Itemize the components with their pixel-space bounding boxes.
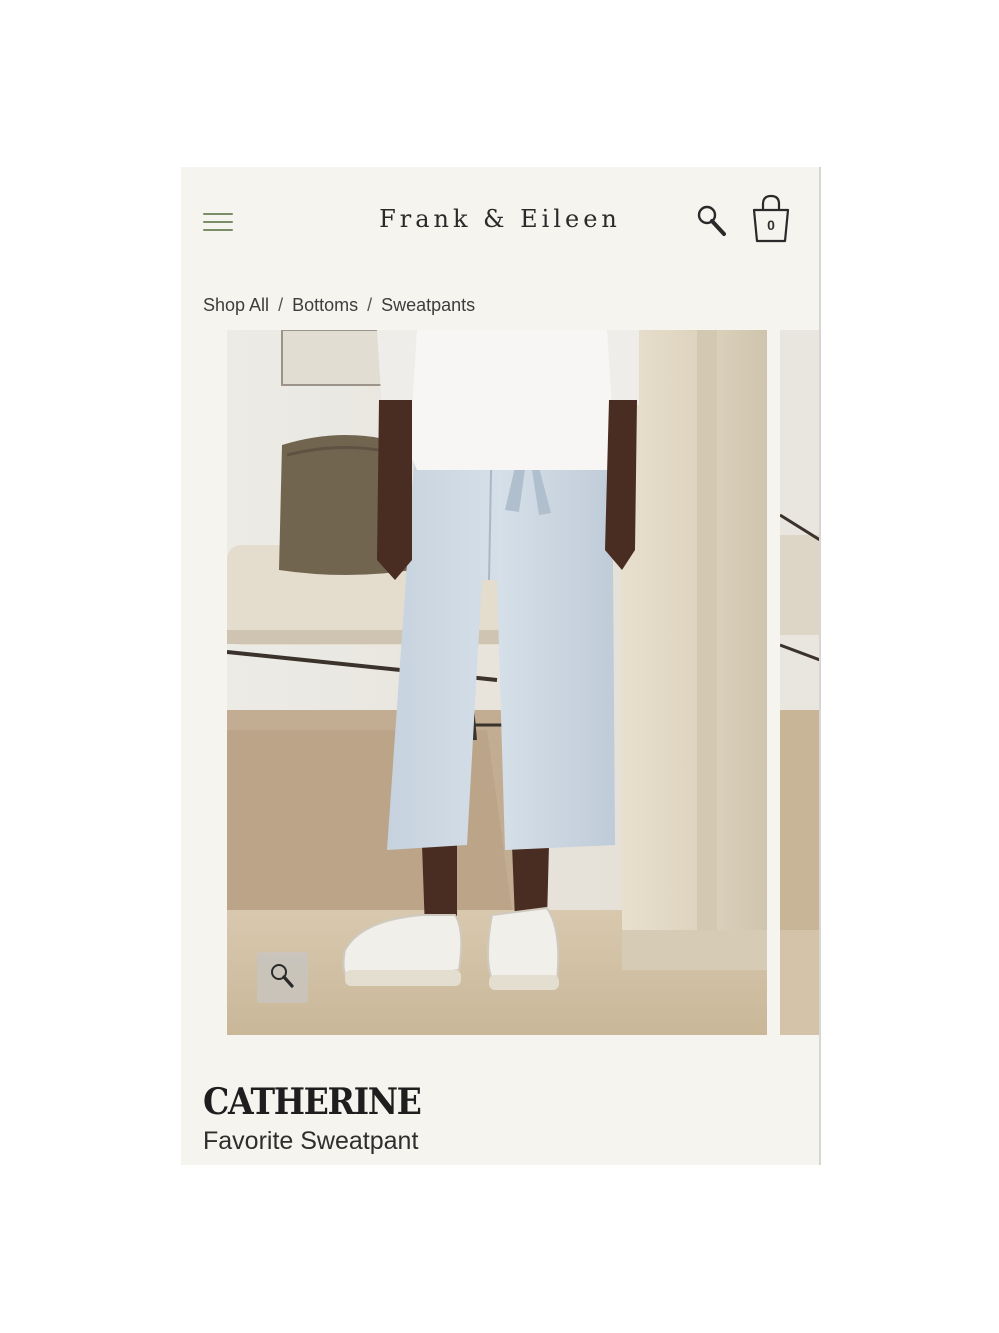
next-product-photo[interactable] — [780, 330, 820, 1035]
product-photo[interactable] — [227, 330, 767, 1035]
zoom-button[interactable] — [257, 952, 308, 1003]
mobile-viewport: Frank & Eileen 0 Shop All / Bottoms / Sw… — [181, 167, 821, 1165]
product-image-carousel[interactable] — [227, 330, 820, 1035]
breadcrumb-bottoms[interactable]: Bottoms — [292, 295, 358, 316]
breadcrumb-shop-all[interactable]: Shop All — [203, 295, 269, 316]
breadcrumb-separator: / — [367, 295, 373, 315]
breadcrumb: Shop All / Bottoms / Sweatpants — [203, 295, 475, 316]
product-subtitle: Favorite Sweatpant — [203, 1127, 419, 1155]
search-icon[interactable] — [695, 203, 729, 239]
shopping-bag-button[interactable]: 0 — [749, 193, 793, 245]
magnifier-icon — [271, 964, 294, 988]
breadcrumb-sweatpants[interactable]: Sweatpants — [381, 295, 475, 316]
cart-count-badge: 0 — [767, 217, 775, 233]
breadcrumb-separator: / — [278, 295, 284, 315]
product-name: CATHERINE — [203, 1081, 422, 1123]
